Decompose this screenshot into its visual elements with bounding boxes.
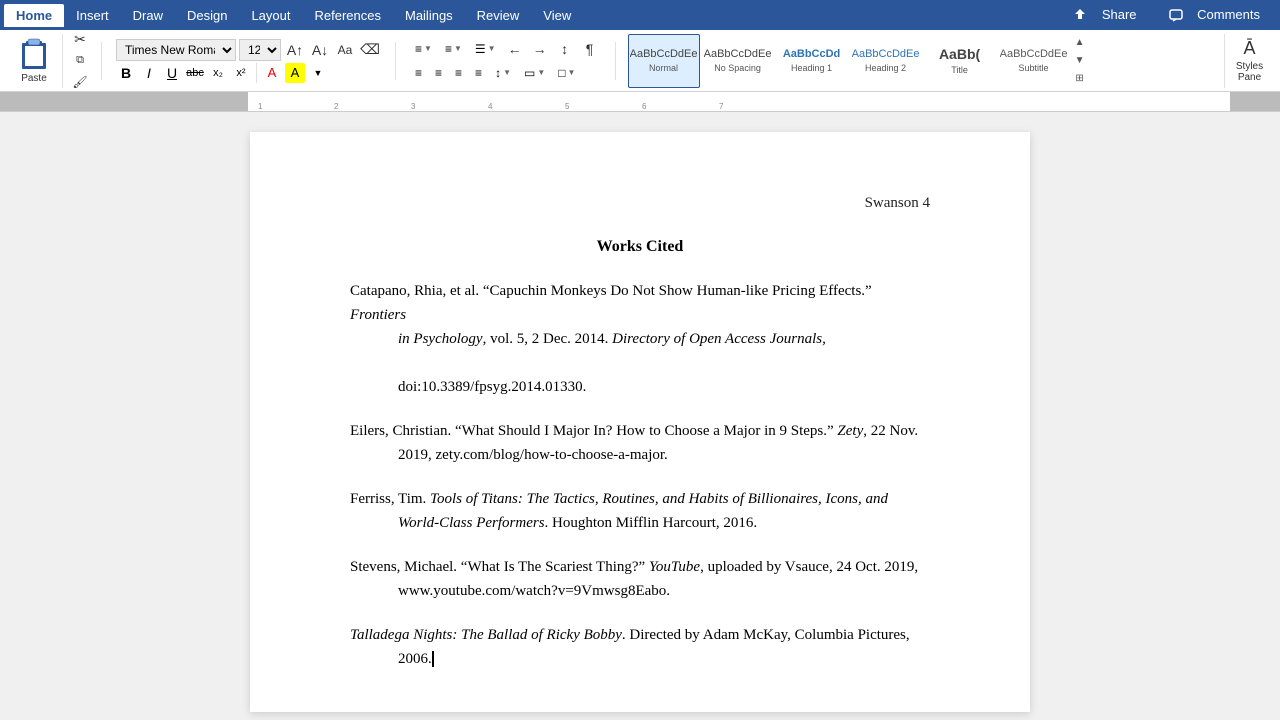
align-center-button[interactable]: ≡ (430, 62, 447, 84)
styles-gallery: AaBbCcDdEe Normal AaBbCcDdEe No Spacing … (624, 34, 1220, 88)
eilers-first-line: Eilers, Christian. “What Should I Major … (350, 423, 918, 439)
gallery-nav: ▲ ▼ ⊞ (1072, 35, 1088, 87)
font-family-select[interactable]: Times New Roman Arial Calibri (116, 39, 236, 61)
line-spacing-button[interactable]: ↕▼ (490, 62, 516, 84)
superscript-button[interactable]: x² (231, 63, 251, 83)
font-size-select[interactable]: 12 10 11 14 (239, 39, 281, 61)
talladega-continuation: 2006. (350, 647, 930, 671)
change-case-button[interactable]: Aa (334, 40, 356, 60)
copy-button[interactable]: ⧉ (69, 51, 91, 71)
styles-pane-label: StylesPane (1236, 61, 1263, 83)
strikethrough-button[interactable]: abc (185, 63, 205, 83)
tab-mailings[interactable]: Mailings (393, 4, 465, 27)
tab-layout[interactable]: Layout (239, 4, 302, 27)
multilevel-button[interactable]: ☰▼ (470, 38, 501, 60)
bib-entry-catapano: Catapano, Rhia, et al. “Capuchin Monkeys… (350, 279, 930, 399)
document-page: Swanson 4 Works Cited Catapano, Rhia, et… (250, 132, 1030, 712)
style-title[interactable]: AaBb( Title (924, 34, 996, 88)
styles-pane-icon: Ā (1243, 38, 1255, 59)
bib-entry-ferriss: Ferriss, Tim. Tools of Titans: The Tacti… (350, 487, 930, 535)
style-subtitle[interactable]: AaBbCcDdEe Subtitle (998, 34, 1070, 88)
shrink-font-button[interactable]: A↓ (309, 40, 331, 60)
decrease-indent-button[interactable]: ← (504, 39, 526, 59)
share-button[interactable]: Share (1065, 5, 1152, 25)
subscript-button[interactable]: x₂ (208, 63, 228, 83)
italic-button[interactable]: I (139, 63, 159, 83)
clear-format-button[interactable]: ⌫ (359, 40, 381, 60)
stevens-continuation: www.youtube.com/watch?v=9Vmwsg8Eabo. (350, 579, 930, 603)
comments-button[interactable]: Comments (1161, 5, 1276, 25)
talladega-first-line: Talladega Nights: The Ballad of Ricky Bo… (350, 627, 910, 643)
shading-button[interactable]: ▭▼ (519, 62, 550, 84)
eilers-continuation: 2019, zety.com/blog/how-to-choose-a-majo… (350, 443, 930, 467)
bib-entry-eilers: Eilers, Christian. “What Should I Major … (350, 419, 930, 467)
styles-pane-button[interactable]: Ā StylesPane (1224, 34, 1274, 88)
sort-button[interactable]: ↕ (554, 39, 576, 59)
paste-group: Paste (6, 34, 63, 88)
grow-font-button[interactable]: A↑ (284, 40, 306, 60)
style-normal[interactable]: AaBbCcDdEe Normal (628, 34, 700, 88)
font-controls: Times New Roman Arial Calibri 12 10 11 1… (116, 39, 381, 83)
text-cursor (432, 651, 434, 667)
paste-label: Paste (21, 73, 47, 84)
gallery-up-button[interactable]: ▲ (1072, 35, 1088, 51)
cut-button[interactable]: ✂ (69, 30, 91, 50)
bullets-button[interactable]: ≡▼ (410, 38, 437, 60)
tab-view[interactable]: View (531, 4, 583, 27)
catapano-first-line: Catapano, Rhia, et al. “Capuchin Monkeys… (350, 283, 872, 323)
toolbar-row: Paste ✂ ⧉ 🖌 Times New Roman Arial Calibr… (0, 30, 1280, 92)
ruler: 1 2 3 4 5 6 7 (0, 92, 1280, 112)
pilcrow-button[interactable]: ¶ (579, 39, 601, 59)
gallery-down-button[interactable]: ▼ (1072, 53, 1088, 69)
increase-indent-button[interactable]: → (529, 39, 551, 59)
paste-button[interactable]: Paste (12, 35, 56, 86)
clipboard-group: ✂ ⧉ 🖌 (67, 34, 93, 88)
tab-draw[interactable]: Draw (121, 4, 175, 27)
ferriss-first-line: Ferriss, Tim. Tools of Titans: The Tacti… (350, 491, 888, 507)
align-left-button[interactable]: ≡ (410, 62, 427, 84)
page-header: Swanson 4 (350, 192, 930, 215)
gallery-more-button[interactable]: ⊞ (1072, 71, 1088, 87)
justify-button[interactable]: ≡ (470, 62, 487, 84)
bib-entry-talladega: Talladega Nights: The Ballad of Ricky Bo… (350, 623, 930, 671)
font-group: Times New Roman Arial Calibri 12 10 11 1… (110, 34, 387, 88)
tab-design[interactable]: Design (175, 4, 239, 27)
ferriss-continuation: World-Class Performers. Houghton Mifflin… (350, 511, 930, 535)
tab-insert[interactable]: Insert (64, 4, 121, 27)
top-right-buttons: Share Comments (1065, 5, 1276, 25)
format-painter-button[interactable]: 🖌 (69, 72, 91, 92)
tab-home[interactable]: Home (4, 4, 64, 27)
highlight-button[interactable]: A (285, 63, 305, 83)
document-area: Swanson 4 Works Cited Catapano, Rhia, et… (0, 112, 1280, 720)
ribbon-tab-row: Home Insert Draw Design Layout Reference… (0, 0, 1280, 30)
numbering-button[interactable]: ≡▼ (440, 38, 467, 60)
bold-button[interactable]: B (116, 63, 136, 83)
paragraph-group: ≡▼ ≡▼ ☰▼ ← → ↕ ¶ ≡ ≡ ≡ ≡ ↕▼ ▭▼ □▼ (404, 34, 607, 88)
style-no-spacing[interactable]: AaBbCcDdEe No Spacing (702, 34, 774, 88)
tab-review[interactable]: Review (465, 4, 532, 27)
document-scroll[interactable]: Swanson 4 Works Cited Catapano, Rhia, et… (0, 112, 1280, 720)
works-cited-title: Works Cited (350, 235, 930, 259)
style-heading1[interactable]: AaBbCcDd Heading 1 (776, 34, 848, 88)
align-right-button[interactable]: ≡ (450, 62, 467, 84)
font-color-dropdown[interactable]: ▼ (308, 63, 328, 83)
underline-button[interactable]: U (162, 63, 182, 83)
bib-entry-stevens: Stevens, Michael. “What Is The Scariest … (350, 555, 930, 603)
tab-references[interactable]: References (303, 4, 393, 27)
style-heading2[interactable]: AaBbCcDdEe Heading 2 (850, 34, 922, 88)
catapano-continuation: in Psychology, vol. 5, 2 Dec. 2014. Dire… (350, 327, 930, 399)
borders-button[interactable]: □▼ (553, 62, 580, 84)
stevens-first-line: Stevens, Michael. “What Is The Scariest … (350, 559, 918, 575)
font-color-button[interactable]: A (262, 63, 282, 83)
